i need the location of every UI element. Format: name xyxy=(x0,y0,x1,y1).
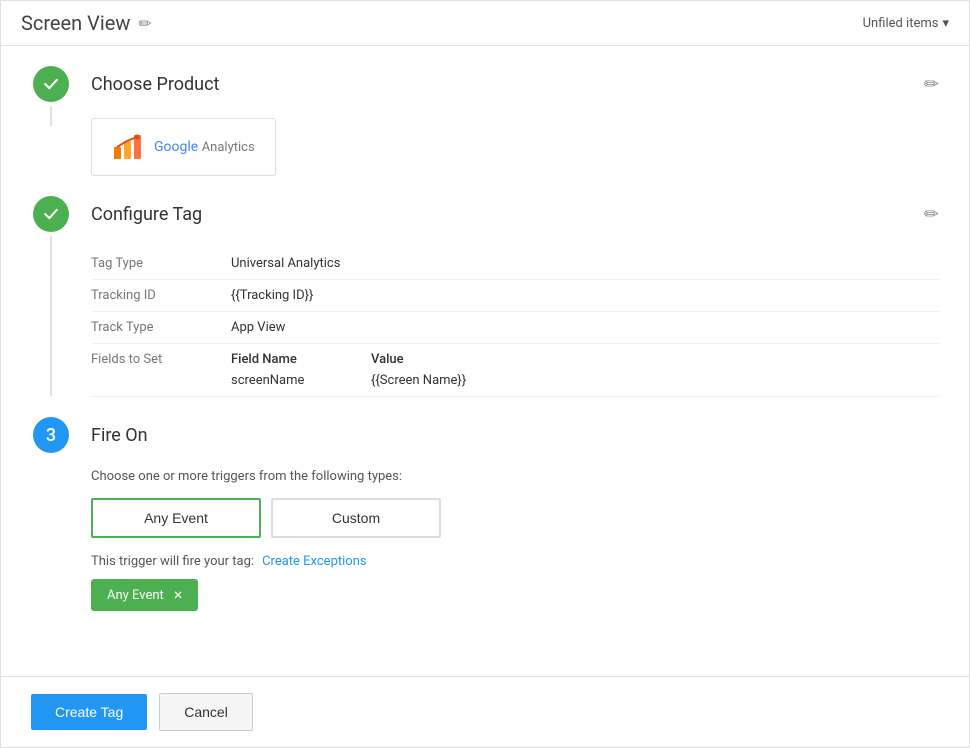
config-row-tag-type: Tag Type Universal Analytics xyxy=(91,248,939,280)
bottom-actions: Create Tag Cancel xyxy=(1,676,969,747)
fire-on-title: Fire On xyxy=(91,425,148,446)
ga-logo-svg xyxy=(112,133,144,161)
fire-on-section: Choose one or more triggers from the fol… xyxy=(91,469,939,611)
config-row-tracking-id: Tracking ID {{Tracking ID}} xyxy=(91,280,939,312)
section-2-right: Configure Tag ✏ Tag Type Universal Analy… xyxy=(91,196,939,397)
section-2-header: Configure Tag ✏ xyxy=(91,196,939,232)
unfiled-items-label: Unfiled items xyxy=(863,16,939,31)
choose-product-title: Choose Product xyxy=(91,74,219,95)
section-choose-product: Choose Product ✏ xyxy=(31,66,939,176)
product-card[interactable]: Google Analytics xyxy=(91,118,276,176)
google-text: Google xyxy=(154,139,198,155)
fire-trigger-label-text: This trigger will fire your tag: xyxy=(91,554,254,569)
cancel-button[interactable]: Cancel xyxy=(159,693,253,731)
section-1-right: Choose Product ✏ xyxy=(91,66,939,176)
section-1-left xyxy=(31,66,71,126)
main-content: Choose Product ✏ xyxy=(1,46,969,747)
tag-type-label: Tag Type xyxy=(91,256,231,271)
any-event-tag-close-icon[interactable]: × xyxy=(174,587,183,603)
section-configure-tag: Configure Tag ✏ Tag Type Universal Analy… xyxy=(31,196,939,397)
step-2-checkmark-icon xyxy=(41,204,61,224)
trigger-description: Choose one or more triggers from the fol… xyxy=(91,469,939,484)
any-event-tag[interactable]: Any Event × xyxy=(91,579,198,611)
track-type-value: App View xyxy=(231,320,285,335)
field-value-0: {{Screen Name}} xyxy=(371,373,466,388)
section-3-header: Fire On xyxy=(91,417,939,453)
step-1-line xyxy=(50,106,52,126)
create-exceptions-link[interactable]: Create Exceptions xyxy=(262,554,367,569)
page-container: Screen View ✏ Unfiled items ▾ C xyxy=(0,0,970,748)
create-tag-button[interactable]: Create Tag xyxy=(31,694,147,730)
config-table: Tag Type Universal Analytics Tracking ID… xyxy=(91,248,939,397)
ga-logo xyxy=(112,133,144,161)
tag-type-value: Universal Analytics xyxy=(231,256,340,271)
section-fire-on: 3 Fire On Choose one or more triggers fr… xyxy=(31,417,939,627)
step-1-circle xyxy=(33,66,69,102)
fields-table: Field Name Value screenName {{Screen Nam… xyxy=(231,352,939,388)
product-name-text: Google Analytics xyxy=(154,139,255,155)
config-row-track-type: Track Type App View xyxy=(91,312,939,344)
analytics-text: Analytics xyxy=(202,140,255,155)
any-event-trigger-button[interactable]: Any Event xyxy=(91,498,261,538)
fields-row-0: screenName {{Screen Name}} xyxy=(231,373,939,388)
section-3-right: Fire On Choose one or more triggers from… xyxy=(91,417,939,627)
choose-product-edit-icon[interactable]: ✏ xyxy=(924,74,939,95)
step-3-circle: 3 xyxy=(33,417,69,453)
title-edit-icon[interactable]: ✏ xyxy=(138,14,151,33)
step-3-number: 3 xyxy=(46,425,56,446)
config-row-fields-to-set: Fields to Set Field Name Value screenNam… xyxy=(91,344,939,397)
top-bar: Screen View ✏ Unfiled items ▾ xyxy=(1,1,969,46)
fire-trigger-label: This trigger will fire your tag: Create … xyxy=(91,554,939,569)
step-2-line xyxy=(50,236,52,396)
field-name-col-header: Field Name xyxy=(231,352,331,367)
unfiled-items-dropdown[interactable]: Unfiled items ▾ xyxy=(863,16,949,31)
checkmark-icon xyxy=(41,74,61,94)
chevron-down-icon: ▾ xyxy=(942,16,949,31)
any-event-tag-label: Any Event xyxy=(107,588,164,603)
page-title-text: Screen View xyxy=(21,11,130,35)
fields-header: Field Name Value xyxy=(231,352,939,367)
trigger-buttons-container: Any Event Custom xyxy=(91,498,939,538)
custom-trigger-button[interactable]: Custom xyxy=(271,498,441,538)
section-2-left xyxy=(31,196,71,396)
field-name-0: screenName xyxy=(231,373,331,388)
configure-tag-edit-icon[interactable]: ✏ xyxy=(924,204,939,225)
active-trigger-tags: Any Event × xyxy=(91,579,939,611)
tracking-id-label: Tracking ID xyxy=(91,288,231,303)
fields-to-set-label: Fields to Set xyxy=(91,352,231,367)
step-2-circle xyxy=(33,196,69,232)
configure-tag-title: Configure Tag xyxy=(91,204,202,225)
track-type-label: Track Type xyxy=(91,320,231,335)
section-1-header: Choose Product ✏ xyxy=(91,66,939,102)
page-title: Screen View ✏ xyxy=(21,11,152,35)
tracking-id-value: {{Tracking ID}} xyxy=(231,288,313,303)
section-3-left: 3 xyxy=(31,417,71,453)
field-value-col-header: Value xyxy=(371,352,404,367)
